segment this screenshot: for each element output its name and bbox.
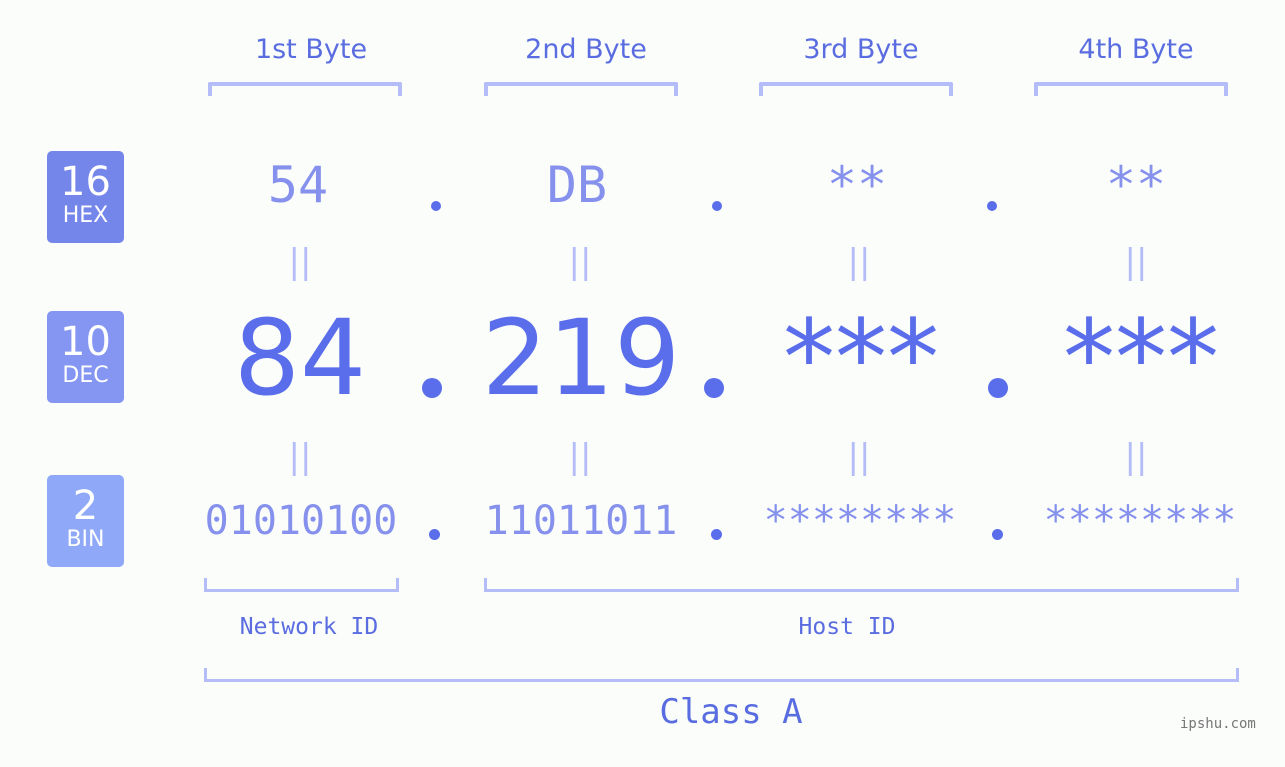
dec-base-number: 10 [60, 319, 111, 365]
bin-base-number: 2 [72, 483, 99, 529]
hex-separator-dot [987, 201, 997, 211]
byte-header-3: 3rd Byte [803, 34, 919, 65]
bin-separator-dot [992, 529, 1003, 540]
byte-bracket-3 [759, 82, 953, 96]
dec-separator-dot [704, 378, 724, 398]
byte-bracket-2 [484, 82, 678, 96]
dec-byte-4: *** [1063, 297, 1219, 419]
equals-symbol: || [568, 437, 592, 477]
dec-base-label: DEC [62, 363, 109, 388]
hex-byte-3: ** [826, 156, 888, 214]
network-id-bracket [204, 578, 399, 592]
host-id-bracket [484, 578, 1239, 592]
bin-byte-1: 01010100 [204, 498, 398, 544]
byte-header-2: 2nd Byte [525, 34, 647, 65]
bin-base-label: BIN [66, 527, 105, 552]
dec-byte-3: *** [783, 297, 939, 419]
dec-separator-dot [422, 378, 442, 398]
bin-byte-3: ******** [763, 498, 957, 544]
hex-badge: 16 HEX [47, 151, 124, 243]
bin-badge: 2 BIN [47, 475, 124, 567]
byte-bracket-4 [1034, 82, 1228, 96]
hex-byte-1: 54 [267, 156, 329, 214]
watermark: ipshu.com [1180, 716, 1256, 732]
equals-symbol: || [847, 437, 871, 477]
bin-separator-dot [429, 529, 440, 540]
equals-symbol: || [288, 437, 312, 477]
network-id-label: Network ID [239, 614, 379, 640]
dec-badge: 10 DEC [47, 311, 124, 403]
host-id-label: Host ID [798, 614, 896, 640]
equals-symbol: || [1124, 242, 1148, 282]
class-label: Class A [659, 692, 803, 732]
byte-header-1: 1st Byte [254, 34, 368, 65]
hex-base-label: HEX [62, 203, 109, 228]
dec-byte-1: 84 [233, 297, 367, 419]
equals-symbol: || [1124, 437, 1148, 477]
hex-separator-dot [431, 201, 441, 211]
byte-header-4: 4th Byte [1078, 34, 1194, 65]
equals-symbol: || [847, 242, 871, 282]
bin-byte-4: ******** [1043, 498, 1237, 544]
hex-byte-2: DB [546, 156, 608, 214]
bin-separator-dot [711, 529, 722, 540]
hex-byte-4: ** [1105, 156, 1167, 214]
byte-bracket-1 [208, 82, 402, 96]
hex-separator-dot [712, 201, 722, 211]
bin-byte-2: 11011011 [484, 498, 678, 544]
equals-symbol: || [288, 242, 312, 282]
dec-separator-dot [988, 378, 1008, 398]
hex-base-number: 16 [60, 159, 111, 205]
dec-byte-2: 219 [481, 297, 681, 419]
class-bracket [204, 668, 1239, 682]
equals-symbol: || [568, 242, 592, 282]
